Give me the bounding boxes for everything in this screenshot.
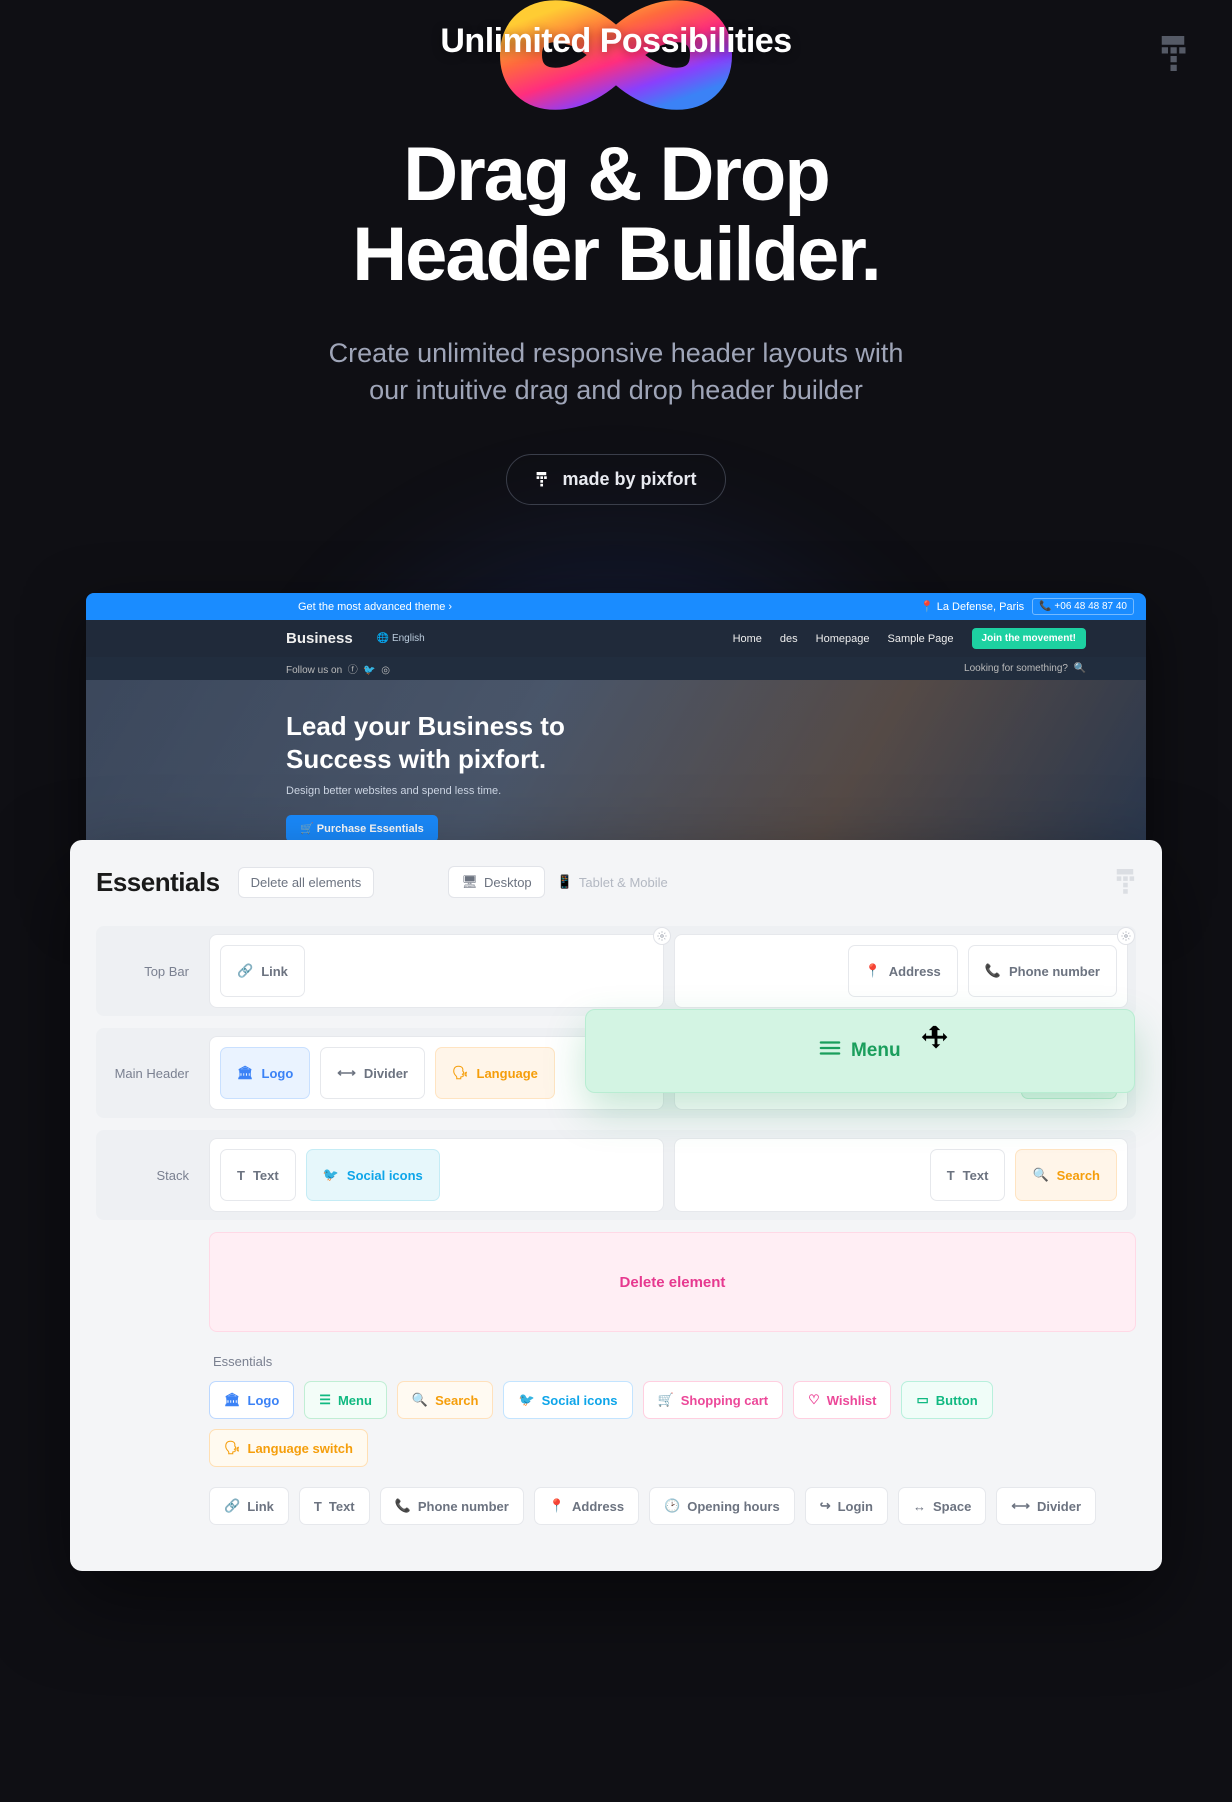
text-icon: T xyxy=(237,1168,245,1183)
element-text[interactable]: TText xyxy=(220,1149,296,1201)
heart-icon: ♡ xyxy=(808,1392,820,1408)
drop-zone-top-right[interactable]: 📍Address 📞Phone number xyxy=(674,934,1129,1008)
tab-desktop[interactable]: 🖥 Desktop xyxy=(448,866,544,898)
hero-section: Unlimited Possibilities Drag & Drop Head… xyxy=(0,0,1232,505)
menu-icon: ☰ xyxy=(319,1392,331,1408)
cart-icon: 🛒 xyxy=(658,1392,674,1408)
divider-icon: ⟷ xyxy=(337,1065,356,1081)
button-icon: ▭ xyxy=(916,1392,928,1408)
pixfort-icon xyxy=(535,472,550,487)
text-icon: T xyxy=(314,1499,322,1514)
search-icon: 🔍 xyxy=(1032,1167,1048,1183)
palette-section: Essentials 🏛Logo ☰Menu 🔍Search 🐦Social i… xyxy=(209,1354,1136,1525)
palette-login[interactable]: ↪Login xyxy=(805,1487,888,1525)
palette-search[interactable]: 🔍Search xyxy=(397,1381,494,1419)
palette-opening-hours[interactable]: 🕑Opening hours xyxy=(649,1487,795,1525)
delete-element-zone[interactable]: Delete element xyxy=(209,1232,1136,1332)
desktop-icon: 🖥 xyxy=(461,874,478,890)
space-icon: ↔ xyxy=(913,1499,926,1514)
element-phone[interactable]: 📞Phone number xyxy=(968,945,1117,997)
element-search[interactable]: 🔍Search xyxy=(1015,1149,1117,1201)
delete-all-button[interactable]: Delete all elements xyxy=(238,867,375,898)
infinity-graphic: Unlimited Possibilities xyxy=(426,0,806,150)
palette-menu[interactable]: ☰Menu xyxy=(304,1381,387,1419)
element-logo[interactable]: 🏛Logo xyxy=(220,1047,310,1099)
made-by-pill[interactable]: made by pixfort xyxy=(506,454,725,505)
element-language[interactable]: 🗣Language xyxy=(435,1047,555,1099)
hero-badge: Unlimited Possibilities xyxy=(440,22,791,61)
gear-icon[interactable] xyxy=(1117,927,1135,945)
palette-row-generic: 🔗Link TText 📞Phone number 📍Address 🕑Open… xyxy=(209,1487,1136,1525)
palette-address[interactable]: 📍Address xyxy=(534,1487,639,1525)
element-text[interactable]: TText xyxy=(930,1149,1006,1201)
search-icon: 🔍 xyxy=(412,1392,428,1408)
language-icon: 🗣 xyxy=(224,1440,241,1456)
phone-icon: 📞 xyxy=(985,963,1001,979)
element-divider[interactable]: ⟷Divider xyxy=(320,1047,425,1099)
twitter-icon: 🐦 xyxy=(323,1167,339,1183)
dragging-element-menu[interactable]: Menu xyxy=(585,1009,1136,1093)
language-icon: 🗣 xyxy=(452,1065,469,1081)
login-icon: ↪ xyxy=(820,1498,831,1514)
element-address[interactable]: 📍Address xyxy=(848,945,958,997)
header-builder-panel: Essentials Delete all elements 🖥 Desktop… xyxy=(70,840,1162,1571)
pin-icon: 📍 xyxy=(549,1498,565,1514)
text-icon: T xyxy=(947,1168,955,1183)
builder-title: Essentials xyxy=(96,867,220,898)
logo-icon: 🏛 xyxy=(224,1392,241,1408)
palette-link[interactable]: 🔗Link xyxy=(209,1487,289,1525)
palette-shopping-cart[interactable]: 🛒Shopping cart xyxy=(643,1381,784,1419)
link-icon: 🔗 xyxy=(224,1498,240,1514)
logo-icon: 🏛 xyxy=(237,1065,254,1081)
row-main-header: Main Header 🏛Logo ⟷Divider 🗣Language Men… xyxy=(96,1028,1136,1118)
drop-zone-top-left[interactable]: 🔗Link xyxy=(209,934,664,1008)
drop-zone-stack-right[interactable]: TText 🔍Search xyxy=(674,1138,1129,1212)
drop-zone-stack-left[interactable]: TText 🐦Social icons xyxy=(209,1138,664,1212)
hero-subtitle: Create unlimited responsive header layou… xyxy=(0,335,1232,411)
palette-row-essentials: 🏛Logo ☰Menu 🔍Search 🐦Social icons 🛒Shopp… xyxy=(209,1381,1136,1467)
website-preview: Get the most advanced theme › 📍 La Defen… xyxy=(86,593,1146,880)
twitter-icon: 🐦 xyxy=(518,1392,534,1408)
tab-mobile[interactable]: 📱 Tablet & Mobile xyxy=(545,866,680,898)
element-social-icons[interactable]: 🐦Social icons xyxy=(306,1149,440,1201)
gear-icon[interactable] xyxy=(653,927,671,945)
pixfort-logo-small-icon xyxy=(1114,869,1136,895)
pin-icon: 📍 xyxy=(865,963,881,979)
palette-social-icons[interactable]: 🐦Social icons xyxy=(503,1381,632,1419)
palette-wishlist[interactable]: ♡Wishlist xyxy=(793,1381,891,1419)
menu-icon xyxy=(819,1039,841,1063)
palette-divider[interactable]: ⟷Divider xyxy=(996,1487,1096,1525)
phone-icon: 📞 xyxy=(395,1498,411,1514)
link-icon: 🔗 xyxy=(237,963,253,979)
preview-nav: Business 🌐 English Home des Homepage Sam… xyxy=(86,620,1146,657)
drop-zone-main-right[interactable]: Menu ▭Button xyxy=(674,1036,1129,1110)
row-top-bar: Top Bar 🔗Link 📍Address 📞Phone number xyxy=(96,926,1136,1016)
palette-phone-number[interactable]: 📞Phone number xyxy=(380,1487,524,1525)
preview-subnav: Follow us on ⓕ 🐦 ◎ Looking for something… xyxy=(86,657,1146,680)
preview-topbar: Get the most advanced theme › 📍 La Defen… xyxy=(86,593,1146,620)
clock-icon: 🕑 xyxy=(664,1498,680,1514)
row-stack: Stack TText 🐦Social icons TText 🔍Search xyxy=(96,1130,1136,1220)
palette-button[interactable]: ▭Button xyxy=(901,1381,992,1419)
palette-language-switch[interactable]: 🗣Language switch xyxy=(209,1429,368,1467)
palette-space[interactable]: ↔Space xyxy=(898,1487,986,1525)
element-link[interactable]: 🔗Link xyxy=(220,945,305,997)
palette-text[interactable]: TText xyxy=(299,1487,370,1525)
hero-title: Drag & Drop Header Builder. xyxy=(0,135,1232,295)
divider-icon: ⟷ xyxy=(1011,1498,1030,1514)
preview-purchase-button[interactable]: 🛒 Purchase Essentials xyxy=(286,815,438,842)
move-cursor-icon xyxy=(919,1023,953,1062)
pixfort-logo-icon xyxy=(1158,36,1188,72)
palette-logo[interactable]: 🏛Logo xyxy=(209,1381,294,1419)
mobile-icon: 📱 xyxy=(557,874,573,890)
